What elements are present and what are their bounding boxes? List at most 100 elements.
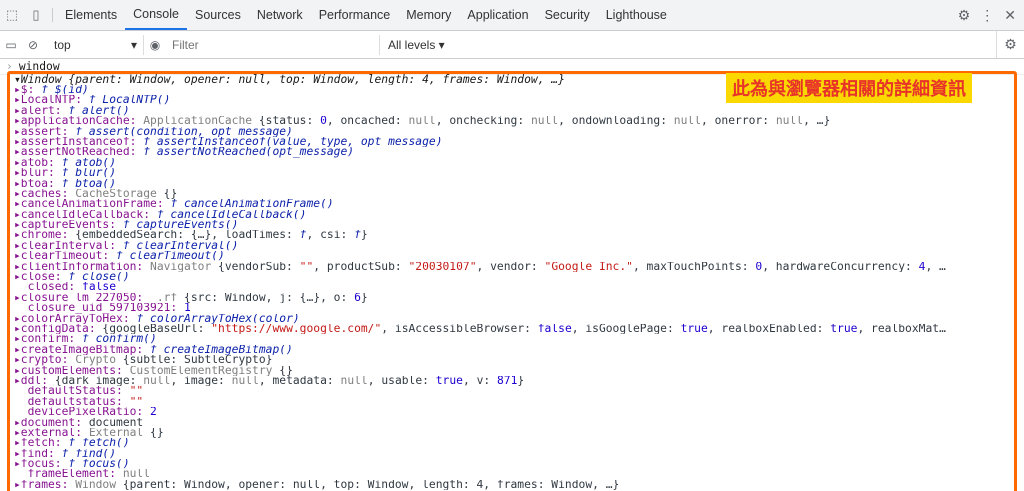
property-segment: ▸clearTimeout:: [14, 251, 117, 262]
property-row[interactable]: ▸confirm: f confirm(): [14, 334, 1014, 344]
property-row[interactable]: ▸close: f close(): [14, 272, 1014, 282]
property-row[interactable]: defaultstatus: "": [14, 397, 1014, 407]
property-segment: {googleBaseUrl:: [102, 323, 212, 335]
property-row[interactable]: ▸document: document: [14, 418, 1014, 428]
property-row[interactable]: ▸blur: f blur(): [14, 168, 1014, 178]
console-toolbar: ▭ ⊘ top ▾ ◉ All levels ▾ ⚙: [0, 31, 1024, 59]
property-row[interactable]: ▸assertNotReached: f assertNotReached(op…: [14, 147, 1014, 157]
property-segment: frameElement:: [14, 469, 123, 480]
tab-network[interactable]: Network: [249, 0, 311, 30]
property-segment: f assertNotReached(opt_message): [143, 147, 355, 158]
property-segment: ▸customElements:: [14, 365, 130, 376]
property-segment: f clearTimeout(): [116, 251, 225, 262]
property-row[interactable]: ▸colorArrayToHex: f colorArrayToHex(colo…: [14, 314, 1014, 324]
inspect-element-icon[interactable]: ⬚: [0, 0, 24, 30]
property-row[interactable]: ▸chrome: {embeddedSearch: {…}, loadTimes…: [14, 230, 1014, 240]
tab-security[interactable]: Security: [537, 0, 598, 30]
property-row[interactable]: ▸applicationCache: ApplicationCache {sta…: [14, 116, 1014, 126]
property-row[interactable]: ▸cancelAnimationFrame: f cancelAnimation…: [14, 199, 1014, 209]
clear-console-icon[interactable]: ⊘: [22, 38, 44, 52]
property-segment: {embeddedSearch: {…}, loadTimes:: [75, 230, 300, 241]
property-segment: 6: [354, 292, 361, 304]
property-row[interactable]: devicePixelRatio: 2: [14, 407, 1014, 417]
property-row[interactable]: ▸configData: {googleBaseUrl: "https://ww…: [14, 324, 1014, 334]
property-row[interactable]: ▸focus: f focus(): [14, 459, 1014, 469]
tab-sources[interactable]: Sources: [187, 0, 249, 30]
property-segment: true: [830, 323, 858, 335]
filter-input[interactable]: [166, 34, 380, 55]
property-row[interactable]: frameElement: null: [14, 469, 1014, 479]
property-segment: defaultstatus:: [14, 396, 130, 408]
property-segment: , v:: [462, 375, 497, 387]
device-toolbar-icon[interactable]: ▯: [24, 0, 48, 30]
property-segment: false: [537, 323, 572, 335]
property-row[interactable]: defaultStatus: "": [14, 386, 1014, 396]
context-selector[interactable]: top ▾: [48, 34, 144, 55]
property-segment: f confirm(): [82, 334, 157, 345]
settings-icon[interactable]: ⚙: [958, 7, 971, 24]
property-row[interactable]: ▸ddl: {dark_image: null, image: null, me…: [14, 376, 1014, 386]
property-segment: false: [82, 282, 117, 293]
property-row[interactable]: ▸fetch: f fetch(): [14, 438, 1014, 448]
property-row[interactable]: closure_uid_597103921: 1: [14, 303, 1014, 313]
property-row[interactable]: ▸clearInterval: f clearInterval(): [14, 241, 1014, 251]
close-icon[interactable]: ✕: [1004, 7, 1016, 24]
property-segment: ▸cancelAnimationFrame:: [14, 199, 171, 210]
property-segment: ▸close:: [14, 272, 69, 283]
property-segment: ▸assertInstanceof:: [14, 136, 144, 148]
property-row[interactable]: ▸clearTimeout: f clearTimeout(): [14, 251, 1014, 261]
property-row[interactable]: ▸clientInformation: Navigator {vendorSub…: [14, 262, 1014, 272]
property-row[interactable]: ▸closure_lm_227050: _.rf {src: Window, j…: [14, 293, 1014, 303]
tab-memory[interactable]: Memory: [398, 0, 459, 30]
property-row[interactable]: ▸customElements: CustomElementRegistry {…: [14, 366, 1014, 376]
property-row[interactable]: ▸frames: Window {parent: Window, opener:…: [14, 480, 1014, 490]
property-row[interactable]: closed: false: [14, 282, 1014, 292]
property-segment: , maxTouchPoints:: [632, 261, 756, 273]
tab-application[interactable]: Application: [459, 0, 536, 30]
window-object-tree: ▾Window {parent: Window, opener: null, t…: [14, 74, 1014, 490]
property-row[interactable]: ▸caches: CacheStorage {}: [14, 189, 1014, 199]
log-levels-dropdown[interactable]: All levels ▾: [380, 38, 445, 52]
tab-console[interactable]: Console: [125, 0, 187, 30]
property-segment: }: [360, 292, 368, 304]
property-segment: null: [143, 375, 171, 387]
context-value: top: [54, 37, 71, 52]
property-segment: 2: [150, 407, 157, 418]
console-settings-icon[interactable]: ⚙: [996, 31, 1024, 58]
sidebar-toggle-icon[interactable]: ▭: [0, 38, 22, 52]
property-segment: f blur(): [61, 168, 117, 179]
property-segment: ▸caches:: [14, 188, 76, 200]
tab-lighthouse[interactable]: Lighthouse: [598, 0, 675, 30]
property-row[interactable]: ▸external: External {}: [14, 428, 1014, 438]
property-segment: ▸colorArrayToHex:: [14, 313, 137, 324]
property-row[interactable]: ▸createImageBitmap: f createImageBitmap(…: [14, 345, 1014, 355]
panel-tabs: Elements Console Sources Network Performance…: [57, 0, 675, 30]
property-segment: ▸document:: [14, 417, 89, 428]
property-segment: {dark_image:: [54, 375, 144, 387]
property-segment: ▸focus:: [14, 459, 69, 470]
property-segment: , ondownloading:: [558, 116, 674, 127]
property-segment: , isGooglePage:: [571, 323, 681, 335]
property-segment: f colorArrayToHex(color): [136, 313, 300, 324]
property-row[interactable]: ▸find: f find(): [14, 449, 1014, 459]
eye-icon[interactable]: ◉: [144, 38, 166, 52]
property-segment: , onchecking:: [435, 116, 531, 127]
property-row[interactable]: ▸alert: f alert(): [14, 106, 1014, 116]
tab-elements[interactable]: Elements: [57, 0, 125, 30]
property-row[interactable]: ▸assert: f assert(condition, opt_message…: [14, 127, 1014, 137]
property-segment: f cancelIdleCallback(): [156, 209, 307, 221]
property-row[interactable]: ▸assertInstanceof: f assertInstanceof(va…: [14, 137, 1014, 147]
property-row[interactable]: ▸atob: f atob(): [14, 158, 1014, 168]
property-segment: f captureEvents(): [122, 220, 239, 231]
property-row[interactable]: ▸captureEvents: f captureEvents(): [14, 220, 1014, 230]
property-row[interactable]: ▸crypto: Crypto {subtle: SubtleCrypto}: [14, 355, 1014, 365]
property-row[interactable]: ▸cancelIdleCallback: f cancelIdleCallbac…: [14, 210, 1014, 220]
console-output[interactable]: › window ▾Window {parent: Window, opener…: [0, 59, 1024, 491]
property-row[interactable]: ▸btoa: f btoa(): [14, 179, 1014, 189]
property-segment: ▸atob:: [14, 157, 62, 169]
more-options-icon[interactable]: ⋮: [980, 7, 994, 24]
property-segment: ▸cancelIdleCallback:: [14, 209, 157, 221]
tab-performance[interactable]: Performance: [311, 0, 399, 30]
property-segment: ▸closure_lm_227050:: [14, 292, 151, 304]
property-segment: ▸$:: [14, 85, 42, 96]
